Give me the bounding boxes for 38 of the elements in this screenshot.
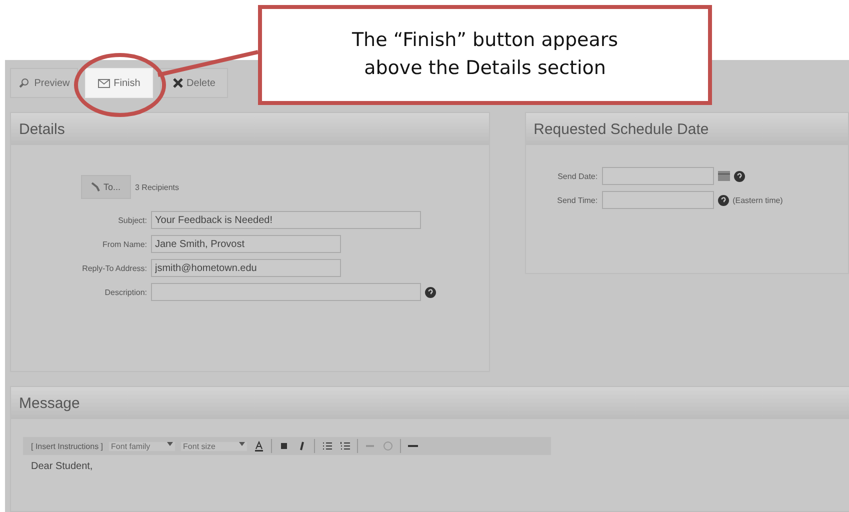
insert-instructions-menu[interactable]: [ Insert Instructions ] (31, 442, 104, 450)
message-text: Dear Student, (31, 461, 94, 472)
envelope-icon (98, 78, 110, 88)
to-button[interactable]: To... (81, 175, 131, 199)
help-icon[interactable] (734, 170, 745, 182)
panel-title: Message (19, 394, 80, 412)
close-icon (172, 78, 183, 88)
field-label: From Name: (102, 240, 147, 248)
search-icon (18, 77, 30, 89)
numbered-list-icon[interactable] (339, 440, 352, 452)
calendar-icon[interactable] (718, 171, 730, 181)
input-field[interactable] (602, 167, 714, 185)
input-field[interactable] (602, 191, 714, 209)
field-label: Reply-To Address: (81, 264, 147, 272)
caret-icon (167, 442, 174, 446)
field-label: Send Time: (556, 196, 598, 204)
panel-title: Details (19, 120, 65, 138)
input-field[interactable] (151, 283, 421, 301)
help-icon[interactable] (425, 286, 436, 298)
field-label: Description: (104, 288, 147, 296)
field-label: Send Date: (556, 172, 598, 180)
toolbar-button[interactable]: Preview (10, 68, 78, 98)
input-field[interactable]: Jane Smith, Provost (151, 235, 341, 253)
caret-icon (239, 442, 246, 446)
help-icon[interactable] (718, 194, 729, 206)
font-select[interactable]: Font family (109, 442, 176, 450)
panel-title: Requested Schedule Date (534, 120, 709, 138)
recipients-count: 3 Recipients (135, 182, 180, 192)
callout-text: The “Finish” button appears above the Details section (352, 28, 618, 81)
timezone-note: (Eastern time) (732, 196, 783, 204)
input-field[interactable]: jsmith@hometown.edu (151, 259, 341, 277)
text-color-icon[interactable] (253, 440, 266, 452)
font-select[interactable]: Font size (181, 442, 248, 450)
field-label: Subject: (117, 216, 147, 224)
toolbar-button[interactable]: Delete (160, 68, 228, 98)
input-field[interactable]: Your Feedback is Needed! (151, 211, 421, 229)
toolbar-button[interactable]: Finish (85, 68, 153, 98)
bullet-list-icon[interactable] (321, 440, 334, 452)
